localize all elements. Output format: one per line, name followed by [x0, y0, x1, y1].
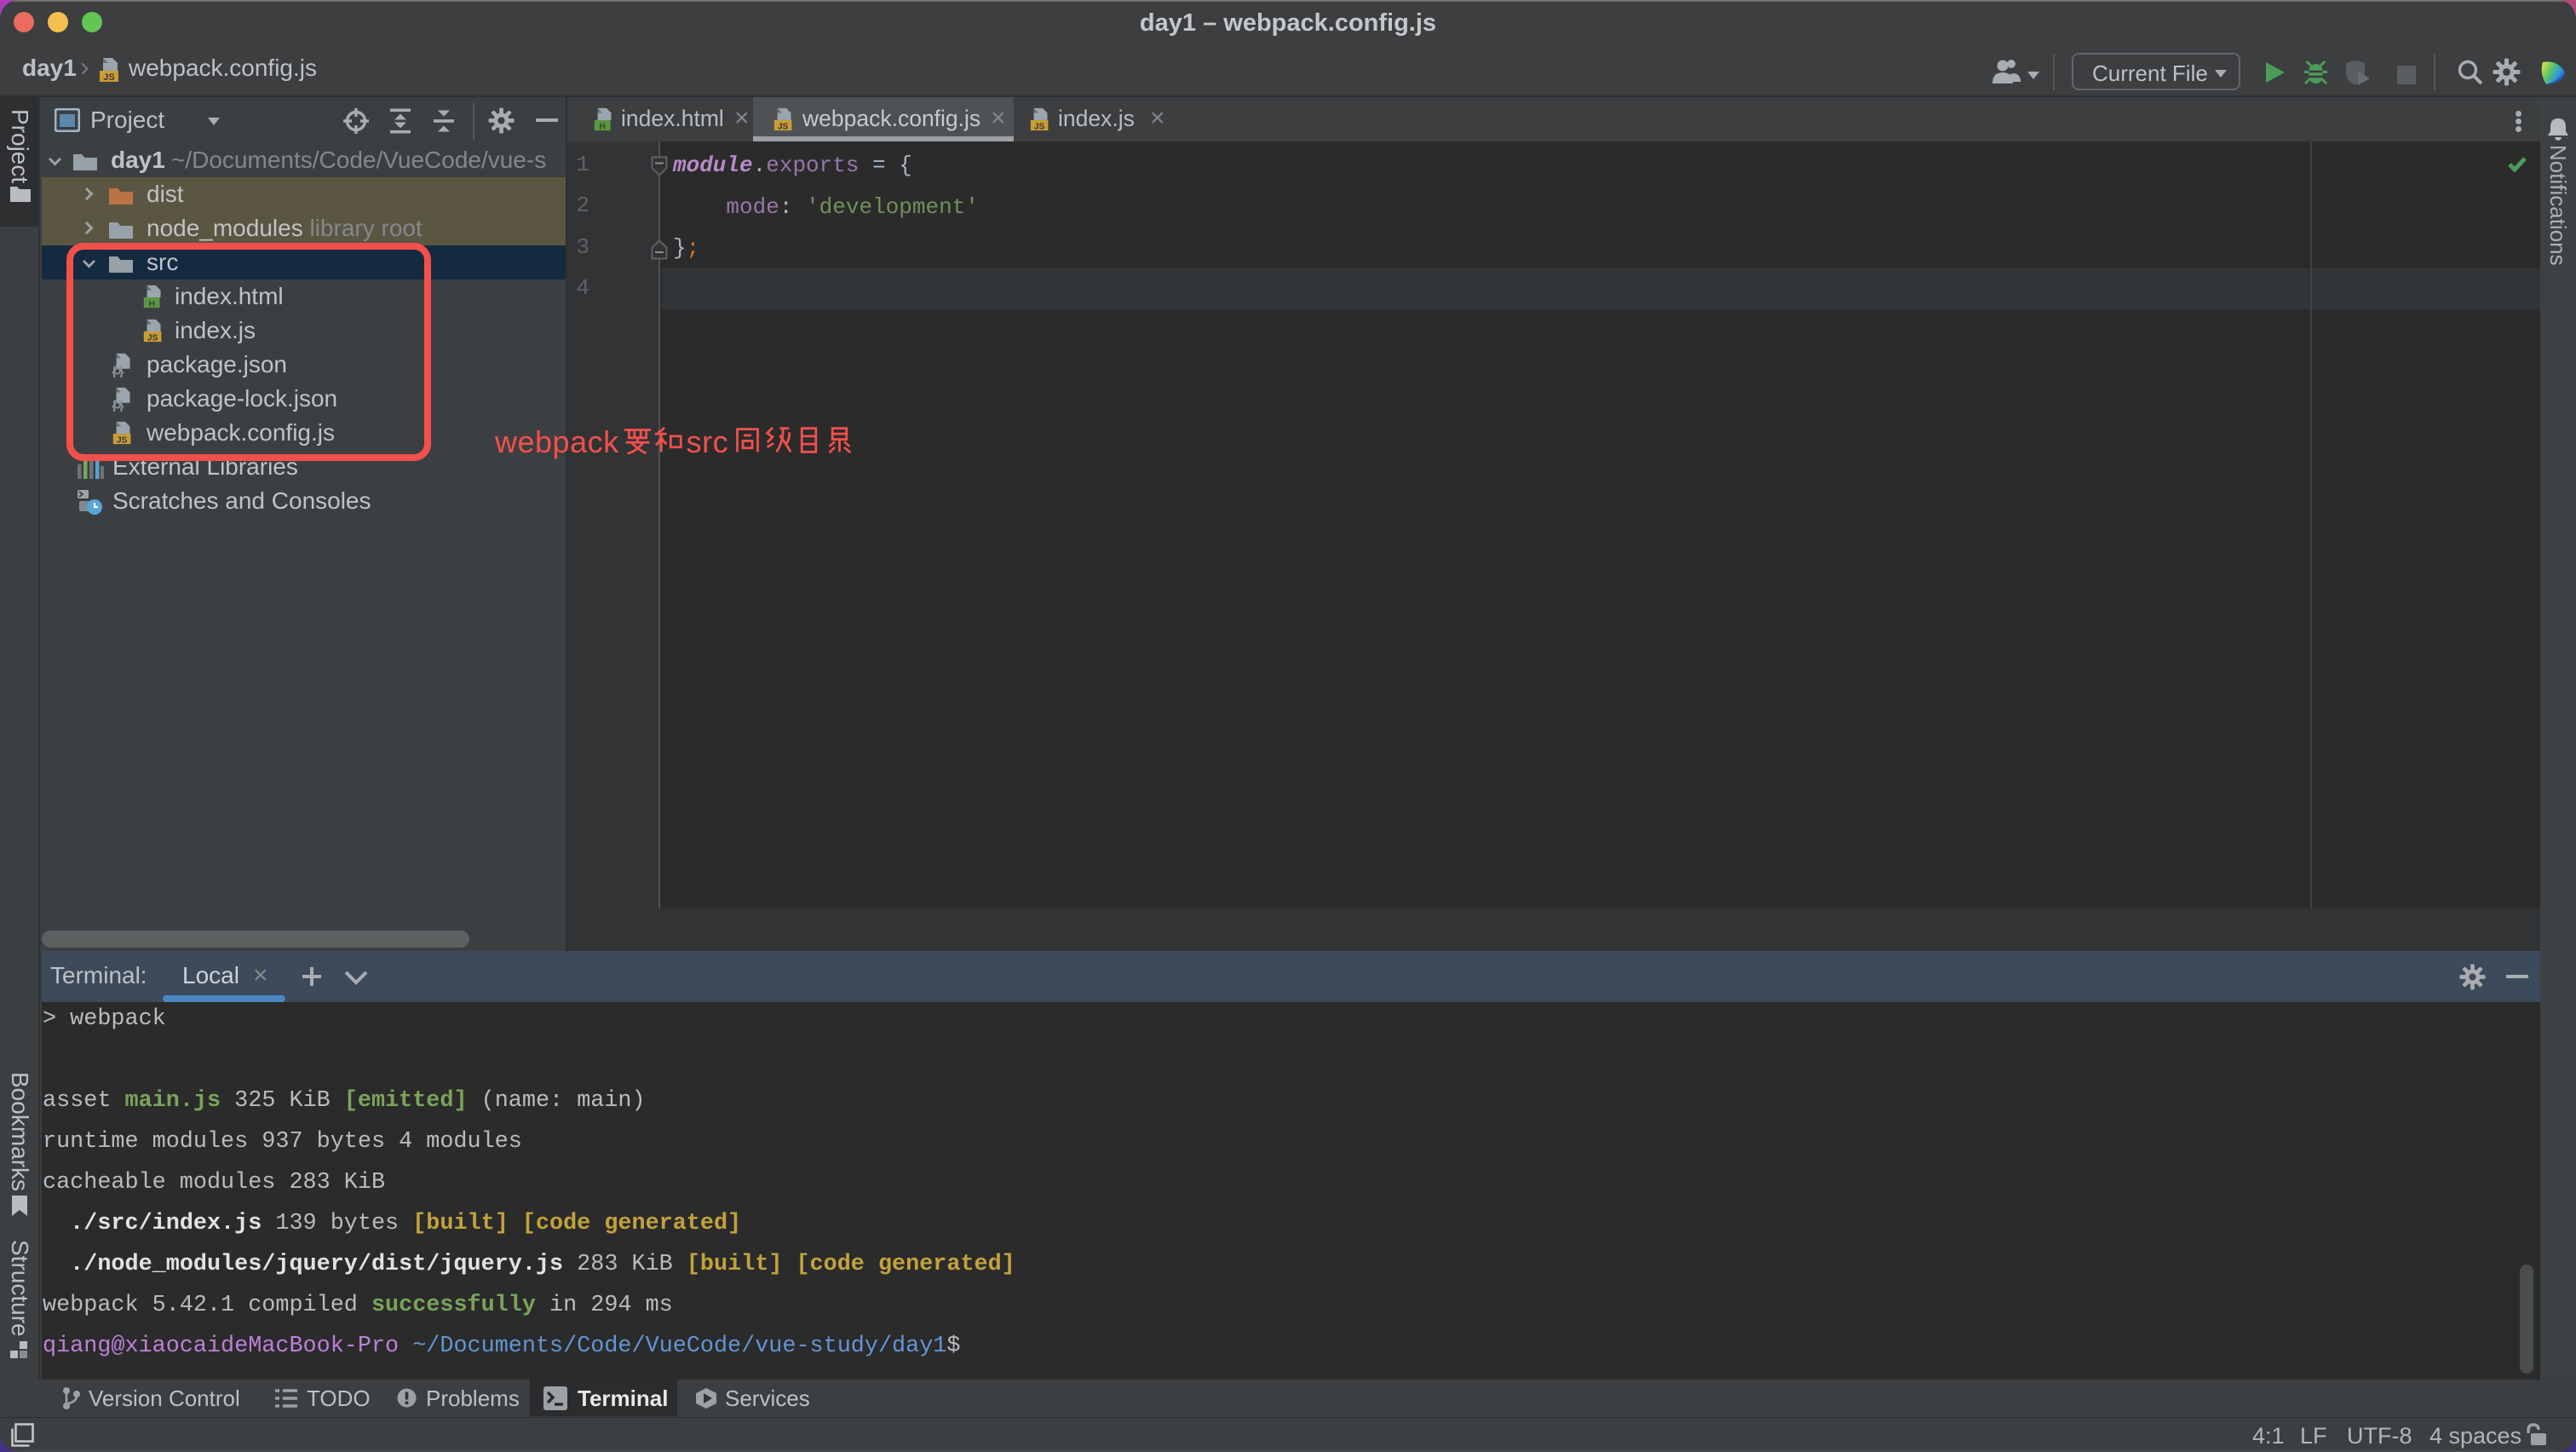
svg-text:JS: JS	[778, 122, 789, 131]
svg-text:JS: JS	[103, 72, 114, 83]
svg-text:JS: JS	[1034, 122, 1045, 131]
svg-text:H: H	[599, 122, 605, 131]
